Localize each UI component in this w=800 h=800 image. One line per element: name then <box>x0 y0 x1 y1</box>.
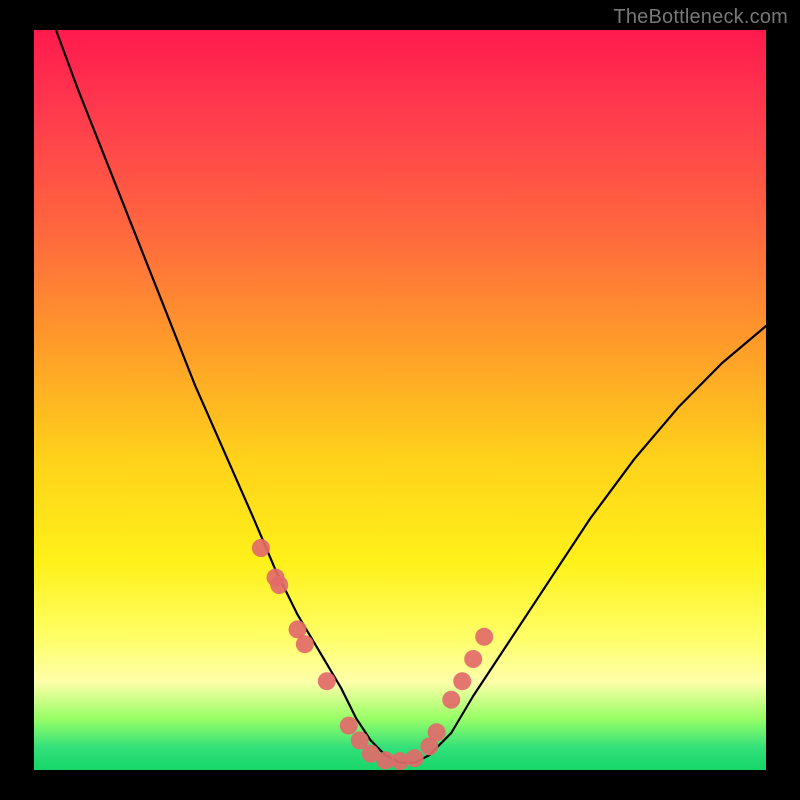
marker-point <box>318 672 336 690</box>
marker-point <box>406 749 424 767</box>
marker-point <box>428 723 446 741</box>
marker-point <box>464 650 482 668</box>
plot-area <box>34 30 766 770</box>
chart-svg <box>34 30 766 770</box>
marker-point <box>453 672 471 690</box>
watermark-text: TheBottleneck.com <box>613 6 788 29</box>
marker-point <box>252 539 270 557</box>
marker-point <box>442 691 460 709</box>
chart-frame: TheBottleneck.com <box>0 0 800 800</box>
bottleneck-curve-path <box>56 30 766 763</box>
marker-point <box>270 576 288 594</box>
marker-point <box>340 717 358 735</box>
marker-point <box>475 628 493 646</box>
marker-point <box>296 635 314 653</box>
